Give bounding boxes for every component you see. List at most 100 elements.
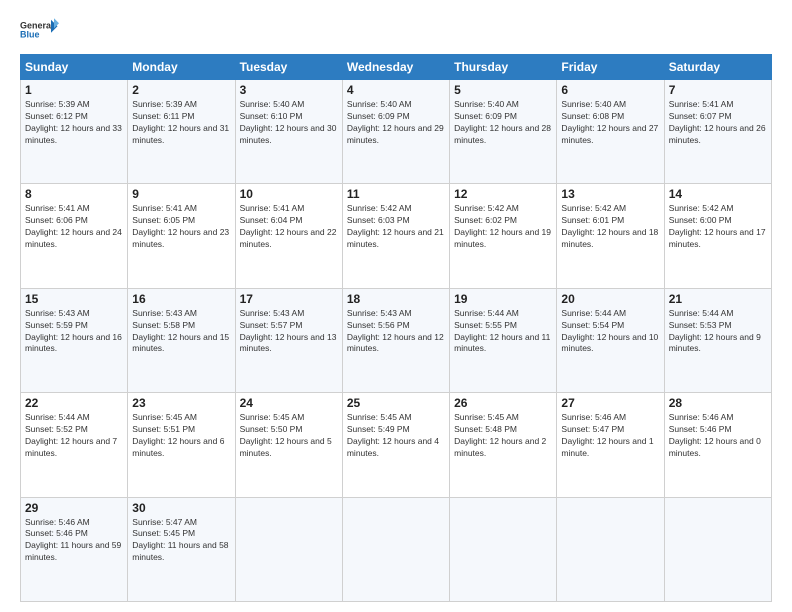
day-number: 26 [454, 396, 552, 410]
day-number: 30 [132, 501, 230, 515]
day-info: Sunrise: 5:44 AMSunset: 5:55 PMDaylight:… [454, 308, 552, 356]
day-cell-23: 23 Sunrise: 5:45 AMSunset: 5:51 PMDayligh… [128, 393, 235, 497]
day-info: Sunrise: 5:40 AMSunset: 6:09 PMDaylight:… [347, 99, 445, 147]
empty-cell [557, 497, 664, 601]
day-number: 5 [454, 83, 552, 97]
day-info: Sunrise: 5:43 AMSunset: 5:57 PMDaylight:… [240, 308, 338, 356]
weekday-header-sunday: Sunday [21, 55, 128, 80]
weekday-header-monday: Monday [128, 55, 235, 80]
empty-cell [664, 497, 771, 601]
day-cell-4: 4 Sunrise: 5:40 AMSunset: 6:09 PMDaylight… [342, 80, 449, 184]
day-cell-16: 16Sunrise: 5:43 AMSunset: 5:58 PMDayligh… [128, 288, 235, 392]
day-cell-17: 17 Sunrise: 5:43 AMSunset: 5:57 PMDayligh… [235, 288, 342, 392]
day-number: 21 [669, 292, 767, 306]
day-info: Sunrise: 5:40 AMSunset: 6:08 PMDaylight:… [561, 99, 659, 147]
day-info: Sunrise: 5:39 AMSunset: 6:11 PMDaylight:… [132, 99, 230, 147]
day-cell-27: 27 Sunrise: 5:46 AMSunset: 5:47 PMDayligh… [557, 393, 664, 497]
day-number: 27 [561, 396, 659, 410]
day-cell-30: 30 Sunrise: 5:47 AMSunset: 5:45 PMDayligh… [128, 497, 235, 601]
day-number: 3 [240, 83, 338, 97]
day-number: 28 [669, 396, 767, 410]
day-cell-1: 1Sunrise: 5:39 AMSunset: 6:12 PMDaylight… [21, 80, 128, 184]
logo-svg: General Blue [20, 16, 60, 46]
day-cell-12: 12 Sunrise: 5:42 AMSunset: 6:02 PMDayligh… [450, 184, 557, 288]
page: General Blue SundayMondayTuesdayWednesda… [0, 0, 792, 612]
day-cell-2: 2Sunrise: 5:39 AMSunset: 6:11 PMDaylight… [128, 80, 235, 184]
day-info: Sunrise: 5:44 AMSunset: 5:52 PMDaylight:… [25, 412, 123, 460]
day-cell-7: 7 Sunrise: 5:41 AMSunset: 6:07 PMDaylight… [664, 80, 771, 184]
day-number: 7 [669, 83, 767, 97]
week-row-5: 29 Sunrise: 5:46 AMSunset: 5:46 PMDayligh… [21, 497, 772, 601]
day-info: Sunrise: 5:44 AMSunset: 5:53 PMDaylight:… [669, 308, 767, 356]
day-number: 17 [240, 292, 338, 306]
empty-cell [450, 497, 557, 601]
day-info: Sunrise: 5:42 AMSunset: 6:01 PMDaylight:… [561, 203, 659, 251]
day-info: Sunrise: 5:46 AMSunset: 5:46 PMDaylight:… [669, 412, 767, 460]
day-cell-26: 26Sunrise: 5:45 AMSunset: 5:48 PMDayligh… [450, 393, 557, 497]
day-cell-29: 29 Sunrise: 5:46 AMSunset: 5:46 PMDayligh… [21, 497, 128, 601]
day-info: Sunrise: 5:44 AMSunset: 5:54 PMDaylight:… [561, 308, 659, 356]
weekday-header-saturday: Saturday [664, 55, 771, 80]
day-cell-20: 20 Sunrise: 5:44 AMSunset: 5:54 PMDayligh… [557, 288, 664, 392]
day-info: Sunrise: 5:47 AMSunset: 5:45 PMDaylight:… [132, 517, 230, 565]
day-info: Sunrise: 5:43 AMSunset: 5:56 PMDaylight:… [347, 308, 445, 356]
day-info: Sunrise: 5:43 AMSunset: 5:58 PMDaylight:… [132, 308, 230, 356]
day-cell-15: 15 Sunrise: 5:43 AMSunset: 5:59 PMDayligh… [21, 288, 128, 392]
day-cell-11: 11 Sunrise: 5:42 AMSunset: 6:03 PMDayligh… [342, 184, 449, 288]
day-number: 23 [132, 396, 230, 410]
day-cell-25: 25 Sunrise: 5:45 AMSunset: 5:49 PMDayligh… [342, 393, 449, 497]
day-number: 25 [347, 396, 445, 410]
day-cell-5: 5 Sunrise: 5:40 AMSunset: 6:09 PMDaylight… [450, 80, 557, 184]
logo: General Blue [20, 16, 60, 46]
day-number: 8 [25, 187, 123, 201]
week-row-4: 22 Sunrise: 5:44 AMSunset: 5:52 PMDayligh… [21, 393, 772, 497]
day-cell-18: 18 Sunrise: 5:43 AMSunset: 5:56 PMDayligh… [342, 288, 449, 392]
day-info: Sunrise: 5:46 AMSunset: 5:46 PMDaylight:… [25, 517, 123, 565]
day-number: 15 [25, 292, 123, 306]
day-number: 1 [25, 83, 123, 97]
day-number: 10 [240, 187, 338, 201]
day-cell-28: 28 Sunrise: 5:46 AMSunset: 5:46 PMDayligh… [664, 393, 771, 497]
weekday-header-row: SundayMondayTuesdayWednesdayThursdayFrid… [21, 55, 772, 80]
day-cell-14: 14 Sunrise: 5:42 AMSunset: 6:00 PMDayligh… [664, 184, 771, 288]
day-number: 20 [561, 292, 659, 306]
day-cell-3: 3 Sunrise: 5:40 AMSunset: 6:10 PMDaylight… [235, 80, 342, 184]
day-number: 6 [561, 83, 659, 97]
day-cell-6: 6 Sunrise: 5:40 AMSunset: 6:08 PMDaylight… [557, 80, 664, 184]
week-row-3: 15 Sunrise: 5:43 AMSunset: 5:59 PMDayligh… [21, 288, 772, 392]
day-cell-21: 21 Sunrise: 5:44 AMSunset: 5:53 PMDayligh… [664, 288, 771, 392]
day-number: 9 [132, 187, 230, 201]
day-info: Sunrise: 5:42 AMSunset: 6:03 PMDaylight:… [347, 203, 445, 251]
day-info: Sunrise: 5:40 AMSunset: 6:09 PMDaylight:… [454, 99, 552, 147]
day-info: Sunrise: 5:45 AMSunset: 5:51 PMDaylight:… [132, 412, 230, 460]
day-info: Sunrise: 5:43 AMSunset: 5:59 PMDaylight:… [25, 308, 123, 356]
empty-cell [235, 497, 342, 601]
day-info: Sunrise: 5:42 AMSunset: 6:00 PMDaylight:… [669, 203, 767, 251]
day-number: 12 [454, 187, 552, 201]
day-number: 11 [347, 187, 445, 201]
day-cell-10: 10Sunrise: 5:41 AMSunset: 6:04 PMDayligh… [235, 184, 342, 288]
day-info: Sunrise: 5:42 AMSunset: 6:02 PMDaylight:… [454, 203, 552, 251]
day-number: 19 [454, 292, 552, 306]
day-number: 4 [347, 83, 445, 97]
weekday-header-wednesday: Wednesday [342, 55, 449, 80]
day-number: 29 [25, 501, 123, 515]
svg-text:General: General [20, 20, 54, 30]
day-number: 24 [240, 396, 338, 410]
day-cell-13: 13 Sunrise: 5:42 AMSunset: 6:01 PMDayligh… [557, 184, 664, 288]
day-number: 14 [669, 187, 767, 201]
day-info: Sunrise: 5:41 AMSunset: 6:07 PMDaylight:… [669, 99, 767, 147]
day-number: 18 [347, 292, 445, 306]
day-number: 22 [25, 396, 123, 410]
header: General Blue [20, 16, 772, 46]
day-info: Sunrise: 5:46 AMSunset: 5:47 PMDaylight:… [561, 412, 659, 460]
day-info: Sunrise: 5:41 AMSunset: 6:06 PMDaylight:… [25, 203, 123, 251]
day-info: Sunrise: 5:45 AMSunset: 5:49 PMDaylight:… [347, 412, 445, 460]
weekday-header-friday: Friday [557, 55, 664, 80]
empty-cell [342, 497, 449, 601]
day-info: Sunrise: 5:40 AMSunset: 6:10 PMDaylight:… [240, 99, 338, 147]
day-number: 13 [561, 187, 659, 201]
day-info: Sunrise: 5:41 AMSunset: 6:05 PMDaylight:… [132, 203, 230, 251]
svg-text:Blue: Blue [20, 29, 40, 39]
weekday-header-tuesday: Tuesday [235, 55, 342, 80]
